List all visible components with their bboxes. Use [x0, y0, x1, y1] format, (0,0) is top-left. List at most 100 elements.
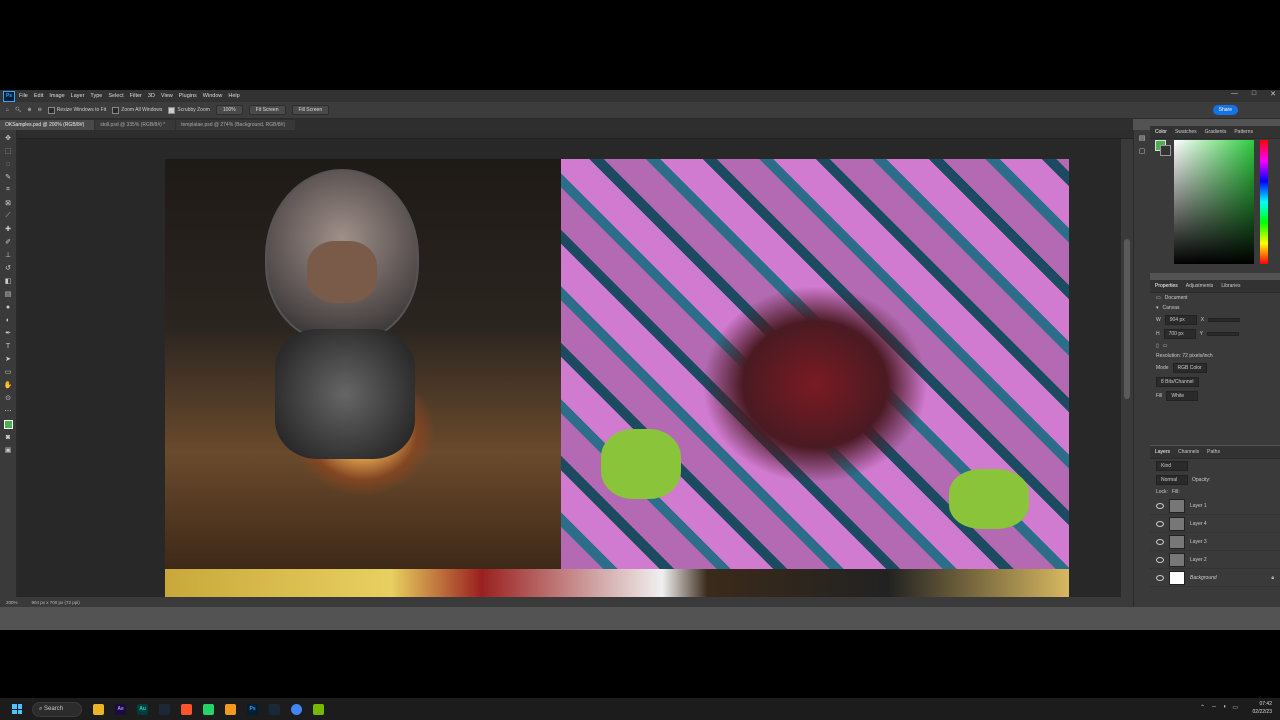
maximize-button[interactable]: □: [1252, 90, 1256, 98]
vertical-scrollbar[interactable]: [1121, 139, 1133, 597]
comments-panel-icon[interactable]: ▢: [1137, 146, 1147, 156]
photoshop-taskbar-icon[interactable]: Ps: [247, 703, 259, 715]
menu-file[interactable]: File: [19, 93, 28, 99]
visibility-eye-icon[interactable]: [1156, 556, 1164, 563]
quick-select-tool-icon[interactable]: ✎: [3, 172, 13, 182]
menu-help[interactable]: Help: [228, 93, 239, 99]
windows-start-icon[interactable]: [12, 704, 22, 714]
network-icon[interactable]: ⌔: [1211, 704, 1217, 712]
stamp-tool-icon[interactable]: ⊥: [3, 250, 13, 260]
gradient-tool-icon[interactable]: ▤: [3, 289, 13, 299]
steam-icon[interactable]: [159, 703, 171, 715]
after-effects-icon[interactable]: Ae: [115, 703, 127, 715]
width-field[interactable]: 904 px: [1164, 315, 1197, 325]
zoom-value-field[interactable]: 100%: [215, 105, 243, 115]
path-select-tool-icon[interactable]: ➤: [3, 354, 13, 364]
layer-row[interactable]: Layer 4: [1150, 515, 1280, 533]
tab-properties[interactable]: Properties: [1155, 283, 1178, 289]
marquee-tool-icon[interactable]: ⬚: [3, 146, 13, 156]
zoom-out-icon[interactable]: ⊖: [38, 107, 42, 113]
tab-oksamples[interactable]: OKSamples.psd @ 200% (RGB/8#): [0, 120, 95, 130]
frame-tool-icon[interactable]: ⊠: [3, 198, 13, 208]
hand-tool-icon[interactable]: ✋: [3, 380, 13, 390]
fill-select[interactable]: White: [1166, 391, 1199, 401]
audition-icon[interactable]: Au: [137, 703, 149, 715]
color-picker-field[interactable]: [1174, 140, 1254, 264]
menu-plugins[interactable]: Plugins: [179, 93, 197, 99]
layer-filter-kind[interactable]: Kind: [1156, 461, 1188, 471]
menu-view[interactable]: View: [161, 93, 173, 99]
lasso-tool-icon[interactable]: ◌: [3, 159, 13, 169]
steam-secondary-icon[interactable]: [269, 703, 281, 715]
visibility-eye-icon[interactable]: [1156, 574, 1164, 581]
crop-tool-icon[interactable]: ⌗: [3, 185, 13, 195]
share-button[interactable]: Share: [1212, 105, 1238, 115]
tab-paths[interactable]: Paths: [1207, 449, 1220, 455]
y-field[interactable]: [1206, 332, 1239, 336]
tab-stoll[interactable]: stoll.psd @ 335% (RGB/8#) *: [95, 120, 176, 130]
menu-window[interactable]: Window: [203, 93, 223, 99]
blender-icon[interactable]: [225, 703, 237, 715]
document-canvas[interactable]: [17, 139, 1121, 597]
menu-image[interactable]: Image: [49, 93, 64, 99]
brush-tool-icon[interactable]: ✐: [3, 237, 13, 247]
resize-windows-option[interactable]: Resize Windows to Fit: [47, 106, 106, 114]
visibility-eye-icon[interactable]: [1156, 502, 1164, 509]
bit-depth-select[interactable]: 8 Bits/Channel: [1156, 377, 1199, 387]
tab-gradients[interactable]: Gradients: [1205, 129, 1227, 135]
clock[interactable]: 07:42 02/22/23: [1253, 700, 1272, 716]
landscape-icon[interactable]: ▭: [1163, 343, 1168, 349]
x-field[interactable]: [1208, 318, 1241, 322]
menu-type[interactable]: Type: [90, 93, 102, 99]
tab-layers[interactable]: Layers: [1155, 449, 1170, 455]
zoom-tool-icon[interactable]: 🔍︎: [15, 107, 21, 113]
chevron-down-icon[interactable]: ▾: [1156, 305, 1159, 311]
visibility-eye-icon[interactable]: [1156, 538, 1164, 545]
tab-patterns[interactable]: Patterns: [1234, 129, 1253, 135]
whatsapp-icon[interactable]: [203, 703, 215, 715]
color-swatches-icon[interactable]: [3, 419, 13, 429]
menu-select[interactable]: Select: [108, 93, 123, 99]
mode-select[interactable]: RGB Color: [1172, 363, 1207, 373]
history-brush-icon[interactable]: ↺: [3, 263, 13, 273]
visibility-eye-icon[interactable]: [1156, 520, 1164, 527]
hue-slider[interactable]: [1260, 140, 1268, 264]
vertical-scroll-thumb[interactable]: [1124, 239, 1130, 399]
tab-templatae[interactable]: templatae.psd @ 274% (Background, RGB/8#…: [176, 120, 296, 130]
more-tools-icon[interactable]: ⋯: [3, 406, 13, 416]
quick-mask-icon[interactable]: ◙: [3, 432, 13, 442]
pen-tool-icon[interactable]: ✒: [3, 328, 13, 338]
tab-channels[interactable]: Channels: [1178, 449, 1199, 455]
tab-libraries[interactable]: Libraries: [1221, 283, 1240, 289]
menu-filter[interactable]: Filter: [130, 93, 142, 99]
tab-swatches[interactable]: Swatches: [1175, 129, 1197, 135]
shape-tool-icon[interactable]: ▭: [3, 367, 13, 377]
menu-3d[interactable]: 3D: [148, 93, 155, 99]
tab-adjustments[interactable]: Adjustments: [1186, 283, 1214, 289]
chrome-icon[interactable]: [291, 703, 303, 715]
zoom-tool-side-icon[interactable]: ⊙: [3, 393, 13, 403]
chevron-up-icon[interactable]: ⌃: [1200, 704, 1205, 712]
healing-tool-icon[interactable]: ✚: [3, 224, 13, 234]
background-color-swatch[interactable]: [1160, 145, 1171, 156]
fill-screen-button[interactable]: Fill Screen: [291, 105, 330, 115]
zoom-in-icon[interactable]: ⊕: [27, 107, 31, 113]
layer-row[interactable]: Layer 2: [1150, 551, 1280, 569]
layer-row[interactable]: Background 🔒︎: [1150, 569, 1280, 587]
tab-color[interactable]: Color: [1155, 129, 1167, 135]
blend-mode-select[interactable]: Normal: [1156, 475, 1188, 485]
eyedropper-tool-icon[interactable]: ⟋: [3, 211, 13, 221]
status-zoom[interactable]: 200%: [6, 600, 18, 605]
file-explorer-icon[interactable]: [93, 703, 105, 715]
height-field[interactable]: 700 px: [1163, 329, 1196, 339]
blur-tool-icon[interactable]: ●: [3, 302, 13, 312]
eraser-tool-icon[interactable]: ◧: [3, 276, 13, 286]
volume-icon[interactable]: ◖: [1223, 704, 1227, 712]
layer-row[interactable]: Layer 1: [1150, 497, 1280, 515]
history-panel-icon[interactable]: ▤: [1137, 133, 1147, 143]
minimize-button[interactable]: —: [1231, 90, 1238, 98]
screen-mode-icon[interactable]: ▣: [3, 445, 13, 455]
layer-row[interactable]: Layer 3: [1150, 533, 1280, 551]
dodge-tool-icon[interactable]: ◐: [3, 315, 13, 325]
taskbar-search[interactable]: ⌕ Search: [32, 701, 83, 717]
